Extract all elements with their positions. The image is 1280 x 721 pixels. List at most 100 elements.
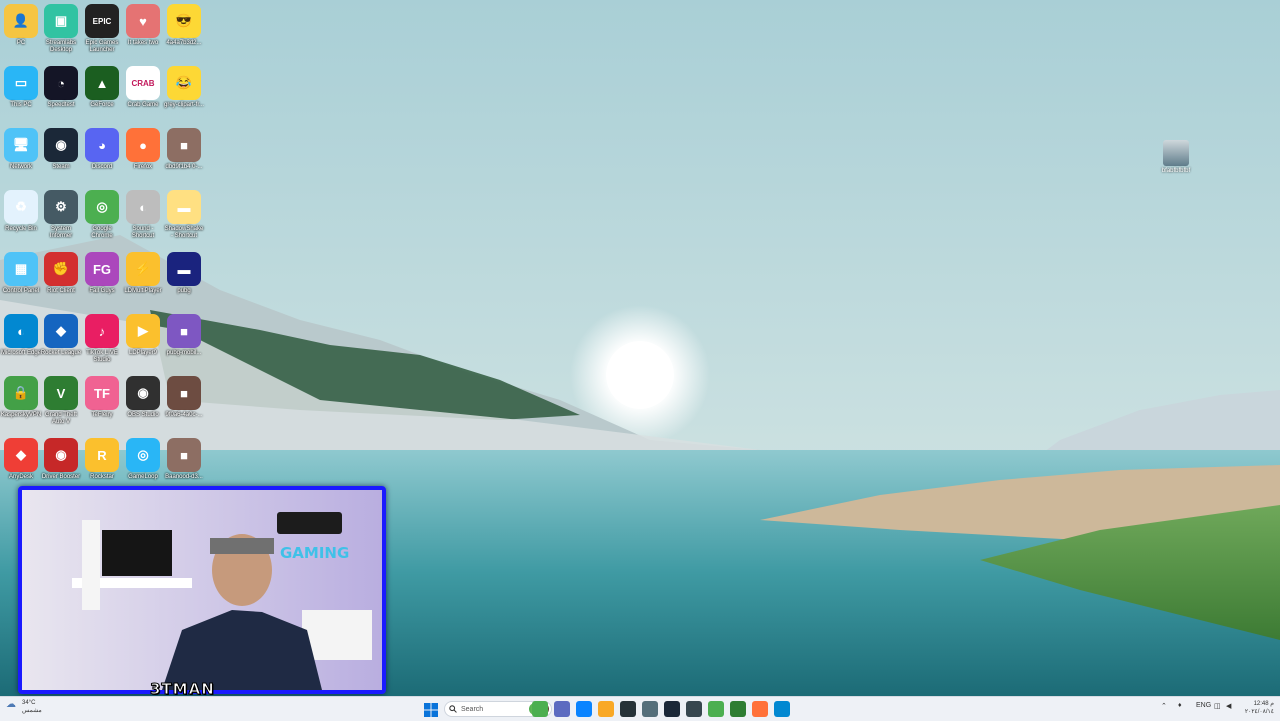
app-icon: ♻ bbox=[4, 190, 38, 224]
weather-icon: ☁ bbox=[6, 699, 16, 710]
app-icon: ■ bbox=[167, 314, 201, 348]
desktop-icon[interactable]: ◉ Steam bbox=[40, 126, 82, 186]
desktop-icon[interactable]: CRAB Crab Game bbox=[122, 64, 164, 124]
app-icon: ◆ bbox=[4, 438, 38, 472]
desktop-icon[interactable]: ◐ Microsoft Edge bbox=[0, 312, 42, 372]
desktop-icon[interactable]: 😎 4a4a7b3d2... bbox=[163, 2, 205, 62]
desktop-icon-label: It takes two bbox=[127, 40, 159, 46]
app-icon: R bbox=[85, 438, 119, 472]
network-icon[interactable]: ◫ bbox=[1214, 702, 1221, 710]
search-placeholder: Search bbox=[461, 705, 484, 713]
desktop-icon[interactable]: ▬ pubg bbox=[163, 250, 205, 310]
app-icon: ▦ bbox=[4, 252, 38, 286]
desktop-icon-label: Control Panel bbox=[2, 288, 40, 294]
search-icon bbox=[449, 705, 457, 713]
desktop-icon[interactable]: ▶ LDPlayer9 bbox=[122, 312, 164, 372]
file-explorer-icon[interactable] bbox=[532, 701, 548, 717]
desktop-icon[interactable]: 👤 PC bbox=[0, 2, 42, 62]
desktop-icon[interactable]: ◉ OBS Studio bbox=[122, 374, 164, 434]
desktop-icon[interactable]: 🔒 KasperskyVPN bbox=[0, 374, 42, 434]
desktop-icon-label: Google Chrome bbox=[91, 226, 113, 239]
desktop-icon[interactable]: ⚙ System Informer bbox=[40, 188, 82, 248]
desktop-icon-label: TikTok LIVE Studio bbox=[86, 350, 118, 363]
webcam-feed: GAMING bbox=[22, 490, 382, 690]
app-icon: ▲ bbox=[85, 66, 119, 100]
steam-icon[interactable] bbox=[664, 701, 680, 717]
desktop-icon[interactable]: EPIC Epic Games Launcher bbox=[81, 2, 123, 62]
desktop-icon-label: 4a4a7b3d2... bbox=[166, 40, 202, 46]
desktop-icon[interactable]: ▦ Control Panel bbox=[0, 250, 42, 310]
microphone-icon[interactable]: ♦ bbox=[1178, 702, 1182, 709]
app-icon: ✊ bbox=[44, 252, 78, 286]
desktop-icon-label: GameLoop bbox=[128, 474, 158, 480]
calculator-icon[interactable] bbox=[642, 701, 658, 717]
geforce-icon[interactable] bbox=[730, 701, 746, 717]
app-icon: ♪ bbox=[85, 314, 119, 348]
webcam-overlay: GAMING bbox=[18, 486, 386, 694]
chevron-up-icon[interactable]: ⌃ bbox=[1161, 702, 1167, 710]
desktop-icon-label: GeForce bbox=[90, 102, 114, 108]
app-icon: 🔒 bbox=[4, 376, 38, 410]
desktop-icon[interactable]: TF TeFleiry bbox=[81, 374, 123, 434]
clock[interactable]: 12:48 م ٢٠٢٤/٠٨/١٤ bbox=[1240, 700, 1274, 716]
desktop-icon[interactable]: FG Fall Guys bbox=[81, 250, 123, 310]
desktop-icon[interactable]: ◐ Sound - Shortcut bbox=[122, 188, 164, 248]
edge-icon[interactable] bbox=[576, 701, 592, 717]
speedtest-icon[interactable] bbox=[620, 701, 636, 717]
folder-icon[interactable] bbox=[598, 701, 614, 717]
photos-icon[interactable] bbox=[774, 701, 790, 717]
app-icon: ◉ bbox=[126, 376, 160, 410]
desktop-icon[interactable]: ▬ ShadowShake - Shortcut bbox=[163, 188, 205, 248]
desktop-icon[interactable]: ■ 9f0a6-4a0c-... bbox=[163, 374, 205, 434]
language-indicator[interactable]: ENG bbox=[1196, 702, 1211, 709]
desktop-icon[interactable]: ◆ Rocket League bbox=[40, 312, 82, 372]
app-icon: ⚡ bbox=[126, 252, 160, 286]
desktop-icon[interactable]: ▣ Streamlabs Desktop bbox=[40, 2, 82, 62]
desktop-icon-label: grey-clipart-fr... bbox=[163, 102, 204, 108]
desktop-icon-label: Firefox bbox=[133, 164, 153, 170]
desktop-icon-label: Rocket League bbox=[40, 350, 82, 356]
desktop-icon[interactable]: ✊ Riot Client bbox=[40, 250, 82, 310]
desktop-icon-right[interactable]: bfabfbfbfbf bbox=[1150, 140, 1202, 174]
app-icon: ◐ bbox=[4, 314, 38, 348]
desktop-icon[interactable]: ● Firefox bbox=[122, 126, 164, 186]
desktop-icon-label: Baanood-d3... bbox=[165, 474, 203, 480]
desktop-icon[interactable]: 😂 grey-clipart-fr... bbox=[163, 64, 205, 124]
desktop-icon-label: bfabfbfbfbf bbox=[1161, 168, 1191, 174]
desktop-icon-label: Recycle Bin bbox=[5, 226, 37, 232]
clock-time: 12:48 م bbox=[1253, 701, 1274, 707]
app-icon: ▭ bbox=[4, 66, 38, 100]
desktop-icon-label: LDPlayer9 bbox=[128, 350, 157, 356]
desktop-icon[interactable]: ⚡ LDMultiPlayer bbox=[122, 250, 164, 310]
desktop-icon[interactable]: ◕ Discord bbox=[81, 126, 123, 186]
app-icon: ⚙ bbox=[44, 190, 78, 224]
desktop-icon[interactable]: ■ pubg-mobil... bbox=[163, 312, 205, 372]
app-icon: ◔ bbox=[44, 66, 78, 100]
desktop-icon[interactable]: ▲ GeForce bbox=[81, 64, 123, 124]
desktop-icon-label: Grand Theft Auto V bbox=[45, 412, 77, 425]
volume-icon[interactable]: ◀ bbox=[1226, 702, 1231, 710]
dashboard-icon[interactable] bbox=[686, 701, 702, 717]
firefox-icon[interactable] bbox=[752, 701, 768, 717]
app-icon: ■ bbox=[167, 128, 201, 162]
desktop-icon-label: dbd9f1b4 0-... bbox=[165, 164, 203, 170]
app-icon: 🖥 bbox=[4, 128, 38, 162]
person-photo-icon bbox=[1163, 140, 1189, 166]
desktop-icon[interactable]: ■ dbd9f1b4 0-... bbox=[163, 126, 205, 186]
weather-temp: 34°C bbox=[22, 700, 36, 706]
chrome-icon[interactable] bbox=[708, 701, 724, 717]
desktop-icon[interactable]: 🖥 Network bbox=[0, 126, 42, 186]
desktop-icon-label: Speedtest bbox=[47, 102, 75, 108]
weather-widget[interactable]: ☁ 34°C مشمس bbox=[6, 699, 42, 715]
desktop-icon[interactable]: ◎ Google Chrome bbox=[81, 188, 123, 248]
desktop-icon[interactable]: V Grand Theft Auto V bbox=[40, 374, 82, 434]
desktop-icon[interactable]: ♪ TikTok LIVE Studio bbox=[81, 312, 123, 372]
desktop-icon[interactable]: ♥ It takes two bbox=[122, 2, 164, 62]
desktop-icon-label: AnyDesk bbox=[8, 474, 33, 480]
teams-icon[interactable] bbox=[554, 701, 570, 717]
desktop-icon[interactable]: ♻ Recycle Bin bbox=[0, 188, 42, 248]
desktop-icon[interactable]: ▭ This PC bbox=[0, 64, 42, 124]
app-icon: V bbox=[44, 376, 78, 410]
start-button[interactable] bbox=[424, 702, 438, 717]
desktop-icon[interactable]: ◔ Speedtest bbox=[40, 64, 82, 124]
